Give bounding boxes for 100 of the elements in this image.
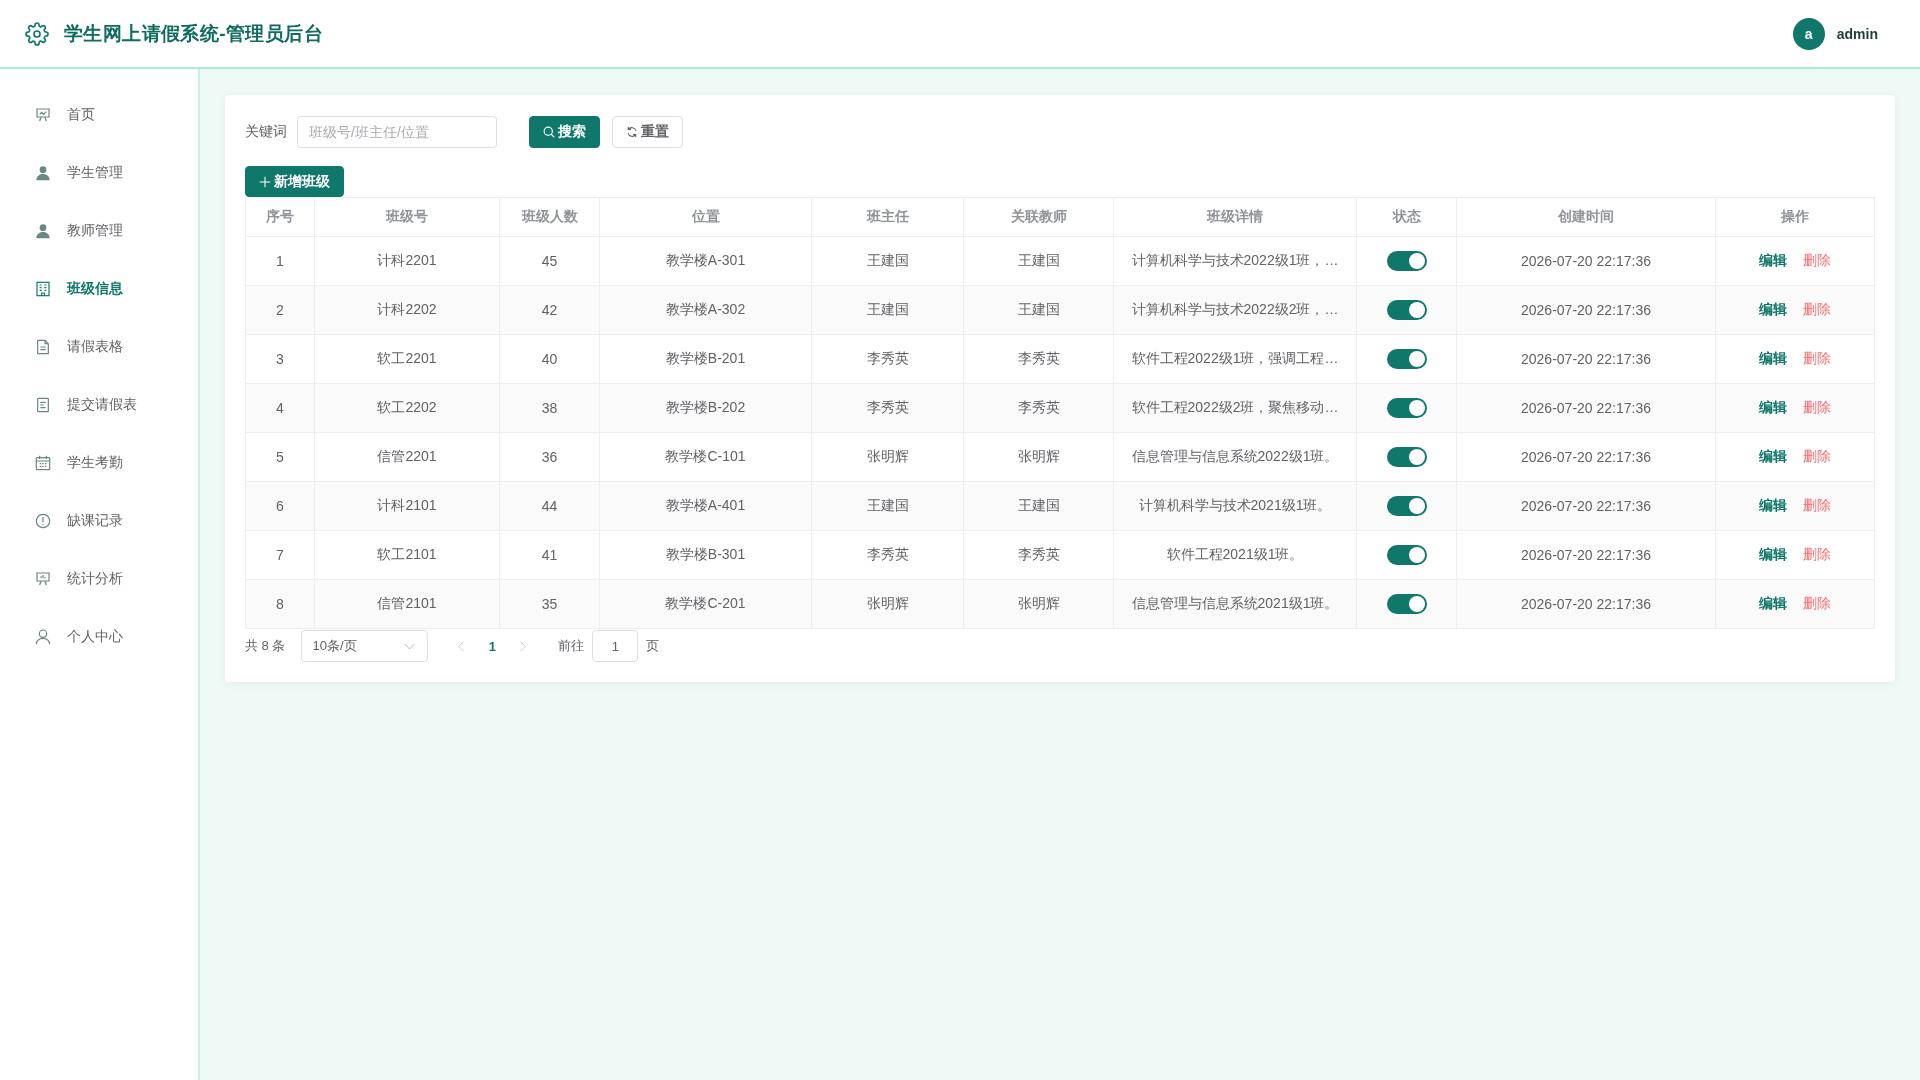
delete-link[interactable]: 删除 — [1803, 350, 1831, 368]
table-cell: 3 — [245, 334, 315, 384]
edit-link[interactable]: 编辑 — [1759, 595, 1787, 613]
column-header: 位置 — [599, 197, 812, 237]
toggle-switch[interactable] — [1386, 496, 1427, 516]
column-header: 创建时间 — [1456, 197, 1716, 237]
delete-link[interactable]: 删除 — [1803, 497, 1831, 515]
sidebar-item[interactable]: 学生考勤 — [0, 434, 198, 492]
sidebar-item[interactable]: 教师管理 — [0, 202, 198, 260]
toggle-switch[interactable] — [1386, 398, 1427, 418]
table-cell: 李秀英 — [811, 383, 964, 433]
edit-link[interactable]: 编辑 — [1759, 301, 1787, 319]
table-cell: 计算机科学与技术2021级1班。 — [1113, 481, 1357, 531]
table-cell: 36 — [499, 432, 600, 482]
table-cell: 张明辉 — [963, 579, 1114, 629]
search-icon — [543, 126, 555, 138]
presentation-chart-icon — [35, 571, 51, 587]
add-button[interactable]: 新增班级 — [245, 166, 344, 197]
table-cell: 信息管理与信息系统2021级1班。 — [1113, 579, 1357, 629]
table-cell: 2026-07-20 22:17:36 — [1456, 432, 1716, 482]
toggle-switch[interactable] — [1386, 594, 1427, 614]
edit-link[interactable]: 编辑 — [1759, 399, 1787, 417]
table-cell: 软工2201 — [314, 334, 500, 384]
table-cell: 2026-07-20 22:17:36 — [1456, 334, 1716, 384]
settings-icon — [25, 21, 49, 46]
toggle-switch[interactable] — [1386, 251, 1427, 271]
table-cell: 软工2101 — [314, 530, 500, 580]
delete-link[interactable]: 删除 — [1803, 448, 1831, 466]
reset-button[interactable]: 重置 — [612, 116, 683, 148]
sidebar-item[interactable]: 学生管理 — [0, 144, 198, 202]
sidebar-item[interactable]: 首页 — [0, 86, 198, 144]
table-cell: 44 — [499, 481, 600, 531]
table-cell: 1 — [245, 236, 315, 286]
table-cell: 2026-07-20 22:17:36 — [1456, 236, 1716, 286]
sidebar-item[interactable]: 请假表格 — [0, 318, 198, 376]
user-icon — [35, 165, 51, 181]
column-header: 关联教师 — [963, 197, 1114, 237]
table-cell: 计科2202 — [314, 285, 500, 335]
table-cell: 软件工程2022级1班，强调工程… — [1113, 334, 1357, 384]
calendar-icon — [35, 455, 51, 471]
building-icon — [35, 281, 51, 297]
toggle-switch[interactable] — [1386, 545, 1427, 565]
sidebar-item[interactable]: 统计分析 — [0, 550, 198, 608]
table-cell: 教学楼B-301 — [599, 530, 812, 580]
goto-label: 前往 — [558, 637, 585, 655]
column-header: 序号 — [245, 197, 315, 237]
presentation-chart-icon — [35, 107, 51, 123]
table-cell: 信息管理与信息系统2022级1班。 — [1113, 432, 1357, 482]
edit-link[interactable]: 编辑 — [1759, 497, 1787, 515]
table-cell: 王建国 — [811, 481, 964, 531]
table-cell: 李秀英 — [811, 530, 964, 580]
document-icon — [35, 397, 51, 413]
sidebar-item[interactable]: 班级信息 — [0, 260, 198, 318]
delete-link[interactable]: 删除 — [1803, 399, 1831, 417]
search-field[interactable]: 班级号/班主任/位置 — [297, 116, 497, 148]
sidebar-item[interactable]: 提交请假表 — [0, 376, 198, 434]
page-number[interactable]: 1 — [476, 632, 509, 660]
delete-link[interactable]: 删除 — [1803, 595, 1831, 613]
page-input[interactable]: 1 — [592, 630, 639, 662]
table-cell: 王建国 — [963, 285, 1114, 335]
refresh-icon — [626, 126, 638, 138]
table-cell: 教学楼A-301 — [599, 236, 812, 286]
table-cell: 软件工程2021级1班。 — [1113, 530, 1357, 580]
table-cell: 张明辉 — [811, 579, 964, 629]
exclamation-circle-icon — [35, 513, 51, 529]
user-icon — [35, 629, 51, 645]
table-cell: 42 — [499, 285, 600, 335]
edit-link[interactable]: 编辑 — [1759, 448, 1787, 466]
table-cell: 信管2201 — [314, 432, 500, 482]
sidebar-item[interactable]: 个人中心 — [0, 608, 198, 666]
app-title: 学生网上请假系统-管理员后台 — [64, 21, 323, 46]
delete-link[interactable]: 删除 — [1803, 546, 1831, 564]
toggle-switch[interactable] — [1386, 447, 1427, 467]
table-cell: 张明辉 — [963, 432, 1114, 482]
table-cell: 38 — [499, 383, 600, 433]
edit-link[interactable]: 编辑 — [1759, 252, 1787, 270]
table-cell: 7 — [245, 530, 315, 580]
delete-link[interactable]: 删除 — [1803, 301, 1831, 319]
column-header: 班级人数 — [499, 197, 600, 237]
column-header: 班主任 — [811, 197, 964, 237]
user-name[interactable]: admin — [1836, 25, 1878, 42]
table-cell: 教学楼C-201 — [599, 579, 812, 629]
table-cell: 教学楼A-302 — [599, 285, 812, 335]
search-button[interactable]: 搜索 — [529, 116, 600, 148]
total-count: 共 8 条 — [245, 637, 286, 655]
user-avatar[interactable]: a — [1792, 17, 1825, 50]
table-cell: 李秀英 — [963, 334, 1114, 384]
table-cell: 35 — [499, 579, 600, 629]
table-cell: 2026-07-20 22:17:36 — [1456, 579, 1716, 629]
edit-link[interactable]: 编辑 — [1759, 546, 1787, 564]
edit-link[interactable]: 编辑 — [1759, 350, 1787, 368]
sidebar-item[interactable]: 缺课记录 — [0, 492, 198, 550]
toggle-switch[interactable] — [1386, 300, 1427, 320]
table-cell: 4 — [245, 383, 315, 433]
page-size-select[interactable]: 10条/页 — [301, 630, 429, 662]
toggle-switch[interactable] — [1386, 349, 1427, 369]
column-header: 操作 — [1715, 197, 1875, 237]
delete-link[interactable]: 删除 — [1803, 252, 1831, 270]
document-icon — [35, 339, 51, 355]
table-cell: 2026-07-20 22:17:36 — [1456, 481, 1716, 531]
